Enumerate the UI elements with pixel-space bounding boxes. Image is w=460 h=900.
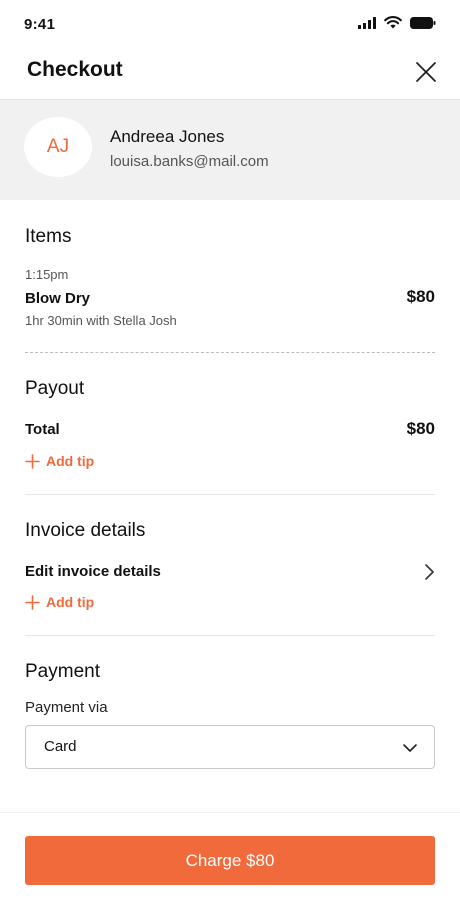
checkout-header: Checkout [0,48,460,100]
item-time: 1:15pm [25,267,69,282]
invoice-divider [25,635,435,636]
avatar: AJ [24,117,92,177]
payout-section-title: Payout [25,378,85,399]
invoice-section-title: Invoice details [25,520,146,541]
add-tip-label: Add tip [46,594,95,610]
charge-button[interactable]: Charge $80 [25,836,435,885]
total-value: $80 [406,419,435,438]
battery-icon [410,16,436,29]
items-section-title: Items [25,226,72,247]
customer-name: Andreea Jones [110,127,225,146]
add-tip-label: Add tip [46,453,95,469]
invoice-add-tip-button[interactable]: Add tip [25,594,94,610]
payment-via-label: Payment via [25,699,108,716]
status-icons [358,16,436,29]
customer-card[interactable]: AJ Andreea Jones louisa.banks@mail.com [0,100,460,200]
payment-method-select[interactable]: Card [25,725,435,769]
charge-button-label: Charge $80 [185,850,275,870]
customer-email: louisa.banks@mail.com [110,153,269,170]
plus-icon [25,594,40,610]
payment-section-title: Payment [25,661,100,682]
page-title: Checkout [27,58,123,81]
payout-add-tip-button[interactable]: Add tip [25,453,94,469]
item-service-name: Blow Dry [25,290,91,307]
status-time: 9:41 [24,16,56,33]
item-details: 1hr 30min with Stella Josh [25,313,177,328]
edit-invoice-details-link[interactable]: Edit invoice details [25,563,161,580]
item-price: $80 [406,287,435,306]
total-label: Total [25,421,60,438]
cellular-signal-icon [358,16,376,29]
status-bar: 9:41 [0,0,460,48]
items-divider [25,352,435,353]
payment-method-value: Card [44,738,77,755]
wifi-icon [384,16,402,29]
plus-icon [25,453,40,469]
payout-divider [25,494,435,495]
chevron-right-icon[interactable] [422,563,436,581]
avatar-initials: AJ [46,136,70,157]
close-icon[interactable] [414,60,438,84]
footer-divider [0,812,460,813]
chevron-down-icon [403,744,417,752]
